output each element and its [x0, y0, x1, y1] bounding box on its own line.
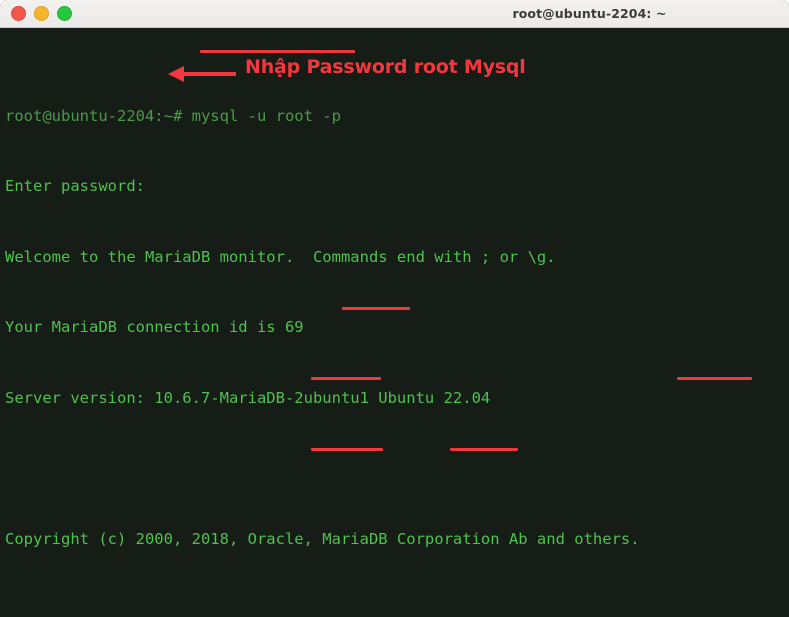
terminal-line-text: root@ubuntu-2204:~# mysql -u root -p	[5, 106, 341, 125]
terminal-line: root@ubuntu-2204:~# mysql -u root -p	[5, 105, 789, 129]
terminal-line: Copyright (c) 2000, 2018, Oracle, MariaD…	[5, 528, 789, 552]
underline-mysql-command	[200, 50, 355, 53]
terminal-line: Welcome to the MariaDB monitor. Commands…	[5, 246, 789, 270]
terminal-line: Your MariaDB connection id is 69	[5, 316, 789, 340]
underline-lamp-db-grant-user	[450, 448, 518, 451]
terminal-line-text: Server version: 10.6.7-MariaDB-2ubuntu1 …	[5, 388, 491, 407]
terminal-line-text: Copyright (c) 2000, 2018, Oracle, MariaD…	[5, 529, 640, 548]
underline-lamp-db-grant-target	[311, 448, 383, 451]
window-titlebar: root@ubuntu-2204: ~	[0, 0, 789, 28]
terminal-line-text: Welcome to the MariaDB monitor. Commands…	[5, 247, 556, 266]
underline-lamp-db-create-user	[311, 377, 381, 380]
terminal-output-area[interactable]: root@ubuntu-2204:~# mysql -u root -p Ent…	[0, 28, 789, 617]
terminal-line-text: Enter password:	[5, 177, 145, 195]
window-title: root@ubuntu-2204: ~	[512, 6, 667, 21]
underline-lamp-db-create-database	[342, 307, 410, 310]
terminal-line: Server version: 10.6.7-MariaDB-2ubuntu1 …	[5, 387, 789, 411]
underline-matkhau	[677, 377, 752, 380]
annotation-arrow-icon	[168, 66, 236, 82]
terminal-line: Enter password:	[5, 175, 789, 199]
terminal-window: root@ubuntu-2204: ~ root@ubuntu-2204:~# …	[0, 0, 789, 617]
terminal-line-text: Your MariaDB connection id is 69	[5, 318, 304, 336]
annotation-note: Nhập Password root Mysql	[245, 56, 526, 78]
